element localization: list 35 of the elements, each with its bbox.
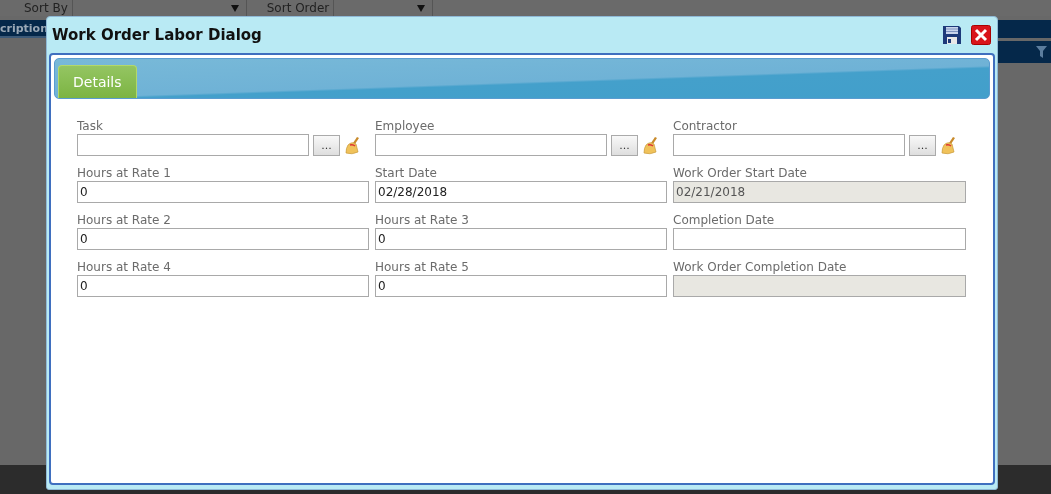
field-label: Work Order Start Date	[673, 166, 808, 181]
field-label: Contractor	[673, 119, 738, 134]
field-label: Task	[77, 119, 104, 134]
sort-by-label: Sort By	[23, 1, 69, 15]
field-label: Hours at Rate 2	[77, 213, 172, 228]
field-label: Hours at Rate 4	[77, 260, 172, 275]
input-field[interactable]: 0	[77, 275, 369, 297]
field-label: Hours at Rate 1	[77, 166, 172, 181]
sort-order-label: Sort Order	[265, 1, 331, 15]
field-label: Employee	[375, 119, 436, 134]
browse-button[interactable]: ...	[313, 134, 340, 156]
field-label: Hours at Rate 5	[375, 260, 470, 275]
dialog-title: Work Order Labor Dialog	[52, 26, 263, 44]
input-field[interactable]	[77, 134, 309, 156]
input-field[interactable]: 0	[375, 275, 667, 297]
field-label: Completion Date	[673, 213, 776, 228]
input-field[interactable]: 0	[77, 181, 369, 203]
filter-icon[interactable]	[1036, 46, 1047, 58]
input-field[interactable]: 0	[77, 228, 369, 250]
broom-icon[interactable]	[940, 135, 957, 155]
input-field[interactable]	[673, 134, 905, 156]
input-field[interactable]: 0	[375, 228, 667, 250]
field-label: Start Date	[375, 166, 438, 181]
input-field[interactable]	[375, 134, 607, 156]
field-label: Hours at Rate 3	[375, 213, 470, 228]
close-icon[interactable]	[971, 25, 991, 45]
column-header-background	[998, 20, 1051, 38]
broom-icon[interactable]	[344, 135, 361, 155]
broom-icon[interactable]	[642, 135, 659, 155]
field-label: Work Order Completion Date	[673, 260, 848, 275]
input-field[interactable]	[673, 228, 966, 250]
input-field[interactable]: 02/28/2018	[375, 181, 667, 203]
save-icon[interactable]	[942, 25, 962, 45]
browse-button[interactable]: ...	[909, 134, 936, 156]
browse-button[interactable]: ...	[611, 134, 638, 156]
